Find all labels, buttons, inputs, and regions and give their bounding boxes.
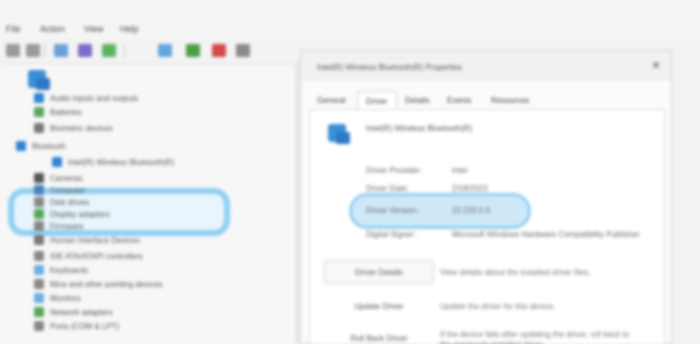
device-category-icon xyxy=(34,293,44,303)
tree-node-label: Intel(R) Wireless Bluetooth(R) xyxy=(68,157,175,167)
device-category-icon xyxy=(34,209,44,219)
tree-node[interactable]: Computer xyxy=(34,184,85,196)
menu-help[interactable]: Help xyxy=(120,24,139,34)
device-category-icon xyxy=(34,235,44,245)
tree-node-label: Display adapters xyxy=(50,209,110,219)
driver-provider-value: Intel xyxy=(452,166,468,175)
device-category-icon xyxy=(34,197,44,207)
tree-node-label: Batteries xyxy=(50,107,82,117)
update-driver-button[interactable]: Update Driver xyxy=(324,294,434,318)
tree-node-label: Bluetooth xyxy=(32,141,66,151)
digital-signer-value: Microsoft Windows Hardware Compatibility… xyxy=(452,230,640,239)
tree-node[interactable]: IDE ATA/ATAPI controllers xyxy=(34,250,143,262)
dialog-title: Intel(R) Wireless Bluetooth(R) Propertie… xyxy=(317,63,462,72)
driver-version-label: Driver Version: xyxy=(366,206,419,215)
tree-node[interactable]: Batteries xyxy=(34,106,82,118)
update-driver-description: Update the driver for this device. xyxy=(440,302,556,311)
tree-node[interactable]: Firmware xyxy=(34,220,83,232)
driver-details-button[interactable]: Driver Details xyxy=(324,260,434,284)
device-category-icon xyxy=(34,107,44,117)
tree-node-label: Monitors xyxy=(50,293,81,303)
menu-bar: File Action View Help xyxy=(0,0,700,38)
close-icon[interactable]: ✕ xyxy=(649,59,663,73)
properties-icon[interactable] xyxy=(54,44,68,57)
forward-icon[interactable] xyxy=(26,44,40,57)
tree-node-label: Firmware xyxy=(50,221,84,231)
tree-node-label: IDE ATA/ATAPI controllers xyxy=(50,251,143,261)
driver-details-description: View details about the installed driver … xyxy=(440,268,591,277)
device-category-icon xyxy=(34,93,44,103)
toolbar-divider xyxy=(124,44,125,58)
tree-node[interactable]: Display adapters xyxy=(34,208,110,220)
tab-events[interactable]: Events xyxy=(443,91,485,109)
tree-node[interactable]: Monitors xyxy=(34,292,81,304)
tree-node[interactable]: Ports (COM & LPT) xyxy=(34,320,119,332)
toolbar xyxy=(0,38,300,64)
tree-node-label: Network adapters xyxy=(50,307,113,317)
driver-version-value: 22.220.0.4 xyxy=(452,206,490,215)
dialog-titlebar: Intel(R) Wireless Bluetooth(R) Propertie… xyxy=(301,51,671,81)
tree-node[interactable]: Keyboards xyxy=(34,264,88,276)
device-category-icon xyxy=(34,173,44,183)
tree-node-label: Audio inputs and outputs xyxy=(50,93,139,103)
device-category-icon xyxy=(34,307,44,317)
tree-node[interactable]: Bluetooth xyxy=(16,140,66,152)
driver-date-label: Driver Date: xyxy=(366,184,409,193)
back-icon[interactable] xyxy=(6,44,20,57)
device-category-icon xyxy=(34,185,44,195)
monitor-icon[interactable] xyxy=(186,44,200,57)
scan-icon[interactable] xyxy=(102,44,116,57)
device-category-icon xyxy=(34,279,44,289)
download-icon[interactable] xyxy=(260,44,274,57)
device-category-icon xyxy=(34,321,44,331)
tree-node[interactable]: Disk drives xyxy=(34,196,89,208)
tree-node-label: Human Interface Devices xyxy=(50,235,140,245)
toolbar-divider xyxy=(44,44,45,58)
menu-view[interactable]: View xyxy=(84,24,103,34)
tree-node-label: Biometric devices xyxy=(50,123,113,133)
menu-action[interactable]: Action xyxy=(40,24,65,34)
device-category-icon xyxy=(16,141,26,151)
tree-node-label: Ports (COM & LPT) xyxy=(50,321,120,331)
device-manager-screen: File Action View Help Audio inputs and o… xyxy=(0,0,700,344)
roll-back-driver-description: If the device fails after updating the d… xyxy=(440,330,629,344)
tree-node[interactable]: Intel(R) Wireless Bluetooth(R) xyxy=(52,156,174,168)
bluetooth-device-icon xyxy=(328,124,350,144)
tree-node-label: Mice and other pointing devices xyxy=(50,279,163,289)
tab-driver[interactable]: Driver xyxy=(357,91,397,109)
device-category-icon xyxy=(34,251,44,261)
device-category-icon xyxy=(34,265,44,275)
driver-date-value: 2/18/2023 xyxy=(452,184,488,193)
tab-resources[interactable]: Resources xyxy=(487,91,547,109)
update-driver-icon[interactable] xyxy=(158,44,172,57)
bluetooth-device-icon xyxy=(28,70,50,90)
roll-back-driver-button[interactable]: Roll Back Driver xyxy=(324,326,434,344)
tree-node[interactable]: Biometric devices xyxy=(34,122,113,134)
tree-node[interactable]: Network adapters xyxy=(34,306,113,318)
menu-file[interactable]: File xyxy=(6,24,21,34)
digital-signer-label: Digital Signer: xyxy=(366,230,416,239)
enable-device-icon[interactable] xyxy=(212,44,226,57)
tab-general[interactable]: General xyxy=(313,91,357,109)
device-category-icon xyxy=(34,123,44,133)
uninstall-device-icon[interactable] xyxy=(236,44,250,57)
tree-node-label: Cameras xyxy=(50,173,83,183)
tree-node[interactable]: Mice and other pointing devices xyxy=(34,278,163,290)
tree-node-label: Disk drives xyxy=(50,197,90,207)
tree-node[interactable]: Cameras xyxy=(34,172,82,184)
tree-node[interactable]: Audio inputs and outputs xyxy=(34,92,138,104)
tab-details[interactable]: Details xyxy=(401,91,443,109)
device-category-icon xyxy=(52,157,62,167)
help-icon[interactable] xyxy=(78,44,92,57)
device-name: Intel(R) Wireless Bluetooth(R) xyxy=(366,124,473,133)
tree-node[interactable]: Human Interface Devices xyxy=(34,234,140,246)
tree-node-label: Keyboards xyxy=(50,265,89,275)
device-category-icon xyxy=(34,221,44,231)
device-tree: Audio inputs and outputs Batteries Biometr… xyxy=(0,64,296,344)
driver-provider-label: Driver Provider: xyxy=(366,166,422,175)
tree-node-label: Computer xyxy=(50,185,86,195)
